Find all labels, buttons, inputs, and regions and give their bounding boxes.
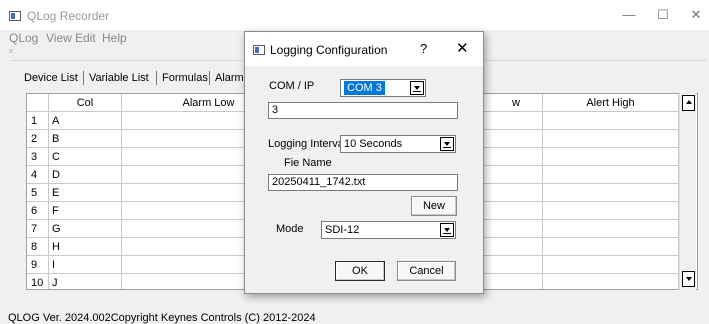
- menu-view[interactable]: View: [46, 31, 72, 45]
- grid-cell[interactable]: [543, 238, 679, 256]
- chevron-down-icon[interactable]: [410, 81, 424, 95]
- file-name-field[interactable]: 20250411_1742.txt: [268, 174, 458, 191]
- grid-cell-col[interactable]: A: [49, 112, 122, 130]
- row-number[interactable]: 2: [27, 130, 49, 148]
- dialog-close-button[interactable]: ✕: [456, 39, 469, 57]
- arrow-up-icon: [686, 100, 692, 104]
- grid-cell-col[interactable]: E: [49, 184, 122, 202]
- scroll-down-button[interactable]: [682, 271, 695, 287]
- logging-configuration-dialog: Logging Configuration ? ✕ COM / IP COM 3…: [244, 31, 484, 294]
- mode-label: Mode: [276, 223, 304, 235]
- com-port-select[interactable]: COM 3: [340, 79, 426, 97]
- row-number[interactable]: 10: [27, 274, 49, 289]
- row-number[interactable]: 6: [27, 202, 49, 220]
- logging-interval-label: Logging Interval: [268, 138, 347, 150]
- row-number[interactable]: 5: [27, 184, 49, 202]
- grid-cell[interactable]: [543, 220, 679, 238]
- menu-edit[interactable]: Edit: [75, 31, 96, 45]
- grid-cell-col[interactable]: J: [49, 274, 122, 289]
- status-bar: QLOG Ver. 2024.002Copyright Keynes Contr…: [8, 312, 316, 324]
- col-header-col[interactable]: Col: [49, 94, 122, 112]
- dialog-titlebar: Logging Configuration ? ✕: [245, 32, 483, 66]
- file-name-label: Fie Name: [284, 157, 332, 169]
- grid-cell-col[interactable]: H: [49, 238, 122, 256]
- maximize-button[interactable]: ☐: [651, 6, 675, 24]
- grid-vertical-scrollbar[interactable]: [679, 93, 696, 290]
- grid-cell-col[interactable]: I: [49, 256, 122, 274]
- row-number[interactable]: 7: [27, 220, 49, 238]
- tab-device-list[interactable]: Device List: [24, 68, 78, 88]
- grid-cell[interactable]: [543, 148, 679, 166]
- dialog-app-icon: [253, 45, 265, 55]
- grid-corner: [27, 94, 49, 112]
- window-title: QLog Recorder: [27, 9, 110, 23]
- row-number[interactable]: 3: [27, 148, 49, 166]
- grid-cell[interactable]: [543, 130, 679, 148]
- com-port-selected: COM 3: [344, 81, 385, 95]
- tab-separator: [83, 71, 84, 85]
- grid-cell[interactable]: [543, 112, 679, 130]
- menu-qlog[interactable]: QLog: [9, 31, 38, 45]
- grid-cell-col[interactable]: D: [49, 166, 122, 184]
- tab-separator: [156, 71, 157, 85]
- row-number[interactable]: 4: [27, 166, 49, 184]
- chevron-down-icon[interactable]: [440, 137, 454, 151]
- grid-cell-col[interactable]: F: [49, 202, 122, 220]
- logging-interval-value: 10 Seconds: [344, 138, 403, 150]
- menu-help[interactable]: Help: [102, 31, 127, 45]
- new-button[interactable]: New: [411, 196, 457, 216]
- grid-cell-col[interactable]: B: [49, 130, 122, 148]
- col-header-alert-high[interactable]: Alert High: [543, 94, 679, 112]
- toolbar-grip: ıı: [9, 48, 13, 55]
- app-icon: [9, 11, 21, 21]
- mode-value: SDI-12: [325, 224, 360, 236]
- scroll-up-button[interactable]: [682, 95, 695, 111]
- help-button[interactable]: ?: [420, 41, 427, 56]
- grid-cell[interactable]: [543, 274, 679, 289]
- row-number[interactable]: 1: [27, 112, 49, 130]
- window-titlebar: QLog Recorder — ☐ ✕: [0, 0, 709, 30]
- minimize-button[interactable]: —: [617, 6, 641, 24]
- grid-cell[interactable]: [543, 166, 679, 184]
- grid-cell[interactable]: [543, 202, 679, 220]
- logging-interval-select[interactable]: 10 Seconds: [340, 135, 456, 153]
- row-number[interactable]: 9: [27, 256, 49, 274]
- com-ip-label: COM / IP: [269, 80, 315, 92]
- row-number[interactable]: 8: [27, 238, 49, 256]
- dialog-title: Logging Configuration: [270, 43, 388, 57]
- grid-cell-col[interactable]: C: [49, 148, 122, 166]
- grid-cell[interactable]: [543, 184, 679, 202]
- tab-separator: [209, 71, 210, 85]
- grid-cell[interactable]: [543, 256, 679, 274]
- tab-variable-list[interactable]: Variable List: [89, 68, 149, 88]
- cancel-button[interactable]: Cancel: [397, 261, 456, 281]
- com-ip-field[interactable]: 3: [268, 102, 458, 119]
- tab-formulas[interactable]: Formulas: [162, 68, 208, 88]
- mode-select[interactable]: SDI-12: [321, 221, 456, 239]
- arrow-down-icon: [686, 277, 692, 281]
- chevron-down-icon[interactable]: [440, 223, 454, 237]
- grid-cell-col[interactable]: G: [49, 220, 122, 238]
- close-button[interactable]: ✕: [684, 6, 708, 24]
- ok-button[interactable]: OK: [335, 261, 385, 281]
